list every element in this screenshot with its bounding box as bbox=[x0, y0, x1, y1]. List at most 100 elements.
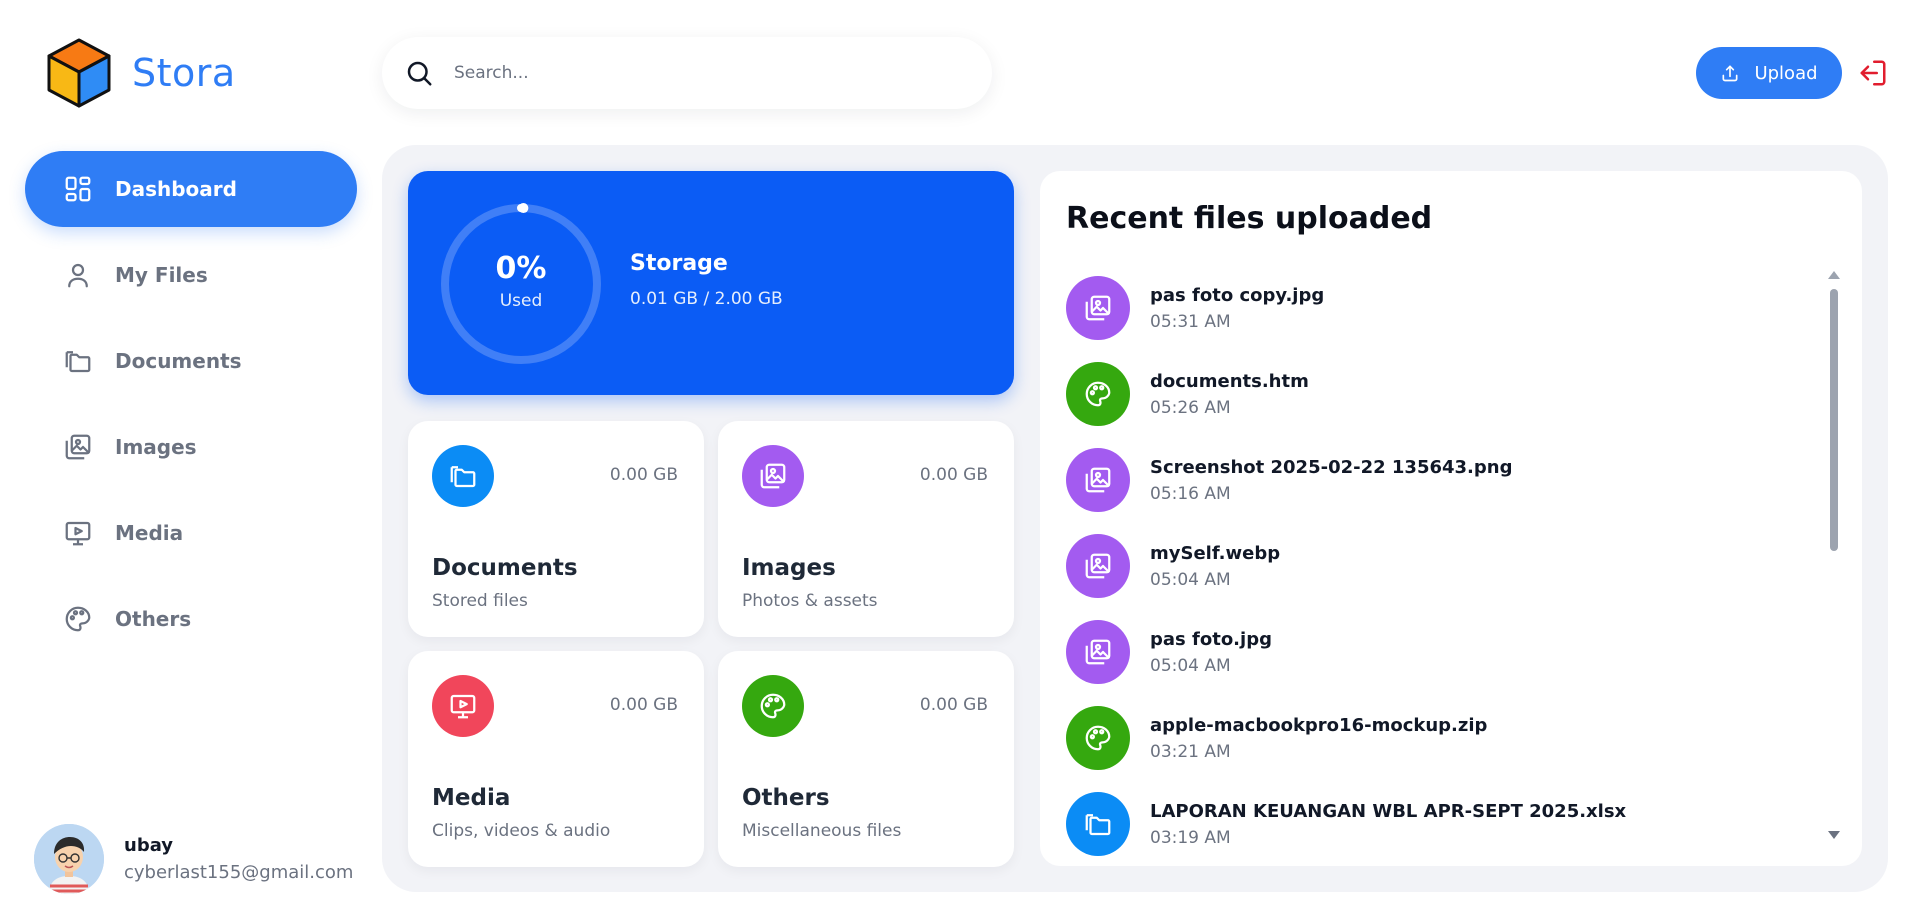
category-desc: Photos & assets bbox=[742, 591, 878, 611]
app-name: Stora bbox=[132, 51, 236, 95]
file-time: 05:04 AM bbox=[1150, 569, 1231, 590]
file-time: 03:21 AM bbox=[1150, 741, 1231, 762]
category-size: 0.00 GB bbox=[609, 695, 678, 715]
category-name: Media bbox=[432, 785, 511, 811]
file-name: apple-macbookpro16-mockup.zip bbox=[1150, 714, 1488, 736]
category-card-others[interactable]: 0.00 GB Others Miscellaneous files bbox=[718, 651, 1014, 867]
scrollbar[interactable] bbox=[1828, 271, 1840, 839]
recent-files-title: Recent files uploaded bbox=[1066, 201, 1433, 236]
recent-files-list[interactable]: pas foto copy.jpg 05:31 AM documents.htm 05… bbox=[1066, 265, 1826, 857]
folders-icon bbox=[1085, 814, 1111, 836]
search-bar[interactable] bbox=[382, 37, 992, 109]
grid-icon bbox=[65, 176, 91, 202]
file-text: pas foto.jpg 05:04 AM bbox=[1150, 629, 1272, 676]
avatar bbox=[34, 824, 104, 894]
category-icon-badge bbox=[742, 675, 804, 737]
file-time: 05:31 AM bbox=[1150, 311, 1231, 332]
file-text: mySelf.webp 05:04 AM bbox=[1150, 543, 1280, 590]
scroll-up-arrow-icon[interactable] bbox=[1828, 271, 1840, 279]
file-type-badge bbox=[1066, 792, 1130, 856]
upload-button[interactable]: Upload bbox=[1696, 47, 1842, 99]
file-row[interactable]: mySelf.webp 05:04 AM bbox=[1066, 523, 1826, 609]
recent-files-panel: Recent files uploaded pas foto copy.jpg 0… bbox=[1040, 171, 1862, 866]
images-icon bbox=[1085, 639, 1111, 665]
app-logo[interactable]: Stora bbox=[46, 37, 236, 109]
category-size: 0.00 GB bbox=[919, 695, 988, 715]
sidebar-item-label: My Files bbox=[115, 263, 208, 287]
palette-icon bbox=[1085, 725, 1111, 751]
palette-icon bbox=[1085, 381, 1111, 407]
sidebar-item-label: Media bbox=[115, 521, 184, 545]
file-type-badge bbox=[1066, 620, 1130, 684]
sidebar-item-media[interactable]: Media bbox=[25, 495, 357, 571]
avatar-illustration bbox=[34, 824, 104, 894]
file-row[interactable]: LAPORAN KEUANGAN WBL APR-SEPT 2025.xlsx 0… bbox=[1066, 781, 1826, 857]
category-icon-badge bbox=[432, 445, 494, 507]
file-name: documents.htm bbox=[1150, 370, 1309, 392]
upload-label: Upload bbox=[1754, 62, 1818, 84]
file-time: 05:04 AM bbox=[1150, 655, 1231, 676]
file-row[interactable]: Screenshot 2025-02-22 135643.png 05:16 AM bbox=[1066, 437, 1826, 523]
user-icon bbox=[68, 263, 88, 288]
file-name: mySelf.webp bbox=[1150, 542, 1281, 564]
upload-icon bbox=[1722, 65, 1738, 82]
images-icon bbox=[1085, 553, 1111, 579]
sidebar-item-images[interactable]: Images bbox=[25, 409, 357, 485]
images-icon bbox=[1085, 467, 1111, 493]
sidebar-item-documents[interactable]: Documents bbox=[25, 323, 357, 399]
storage-card: 0% Used Storage 0.01 GB / 2.00 GB bbox=[408, 171, 1014, 395]
sidebar-item-label: Documents bbox=[115, 349, 242, 373]
file-type-badge bbox=[1066, 448, 1130, 512]
file-text: documents.htm 05:26 AM bbox=[1150, 371, 1309, 418]
file-name: LAPORAN KEUANGAN WBL APR-SEPT 2025.xlsx bbox=[1150, 800, 1627, 822]
file-type-badge bbox=[1066, 706, 1130, 770]
category-card-images[interactable]: 0.00 GB Images Photos & assets bbox=[718, 421, 1014, 637]
sidebar-item-label: Others bbox=[115, 607, 192, 631]
cube-logo-icon bbox=[47, 38, 111, 108]
monitor-play-icon bbox=[65, 521, 91, 546]
file-row[interactable]: pas foto.jpg 05:04 AM bbox=[1066, 609, 1826, 695]
file-row[interactable]: pas foto copy.jpg 05:31 AM bbox=[1066, 265, 1826, 351]
palette-icon bbox=[65, 606, 91, 632]
sidebar-item-others[interactable]: Others bbox=[25, 581, 357, 657]
file-text: LAPORAN KEUANGAN WBL APR-SEPT 2025.xlsx 0… bbox=[1150, 801, 1626, 848]
search-input[interactable] bbox=[454, 63, 914, 83]
file-row[interactable]: apple-macbookpro16-mockup.zip 03:21 AM bbox=[1066, 695, 1826, 781]
search-icon bbox=[407, 61, 432, 86]
images-icon bbox=[65, 434, 91, 460]
category-desc: Stored files bbox=[432, 591, 528, 611]
main-panel: 0% Used Storage 0.01 GB / 2.00 GB 0.00 G… bbox=[382, 145, 1888, 892]
sidebar-item-dashboard[interactable]: Dashboard bbox=[25, 151, 357, 227]
file-row[interactable]: documents.htm 05:26 AM bbox=[1066, 351, 1826, 437]
folders-icon bbox=[450, 466, 476, 488]
sidebar-item-my-files[interactable]: My Files bbox=[25, 237, 357, 313]
monitor-play-icon bbox=[450, 694, 476, 719]
file-text: apple-macbookpro16-mockup.zip 03:21 AM bbox=[1150, 715, 1487, 762]
sidebar-nav: Dashboard My Files Documents Images Medi… bbox=[25, 151, 357, 667]
scroll-thumb[interactable] bbox=[1830, 289, 1838, 551]
storage-usage: 0.01 GB / 2.00 GB bbox=[630, 289, 783, 309]
folders-icon bbox=[65, 351, 91, 373]
storage-title: Storage bbox=[630, 251, 728, 276]
images-icon bbox=[1085, 295, 1111, 321]
category-card-media[interactable]: 0.00 GB Media Clips, videos & audio bbox=[408, 651, 704, 867]
category-desc: Clips, videos & audio bbox=[432, 821, 611, 841]
palette-icon bbox=[760, 693, 786, 719]
file-name: pas foto.jpg bbox=[1150, 628, 1272, 650]
sidebar-item-label: Dashboard bbox=[115, 177, 237, 201]
file-name: Screenshot 2025-02-22 135643.png bbox=[1150, 456, 1513, 478]
category-size: 0.00 GB bbox=[919, 465, 988, 485]
user-name: ubay bbox=[124, 835, 174, 856]
sidebar-item-label: Images bbox=[115, 435, 197, 459]
category-size: 0.00 GB bbox=[609, 465, 678, 485]
storage-percent: 0% bbox=[495, 251, 547, 286]
category-card-documents[interactable]: 0.00 GB Documents Stored files bbox=[408, 421, 704, 637]
category-name: Images bbox=[742, 555, 836, 581]
category-name: Documents bbox=[432, 555, 578, 581]
logout-icon[interactable] bbox=[1858, 58, 1888, 88]
category-icon-badge bbox=[432, 675, 494, 737]
user-profile[interactable]: ubay cyberlast155@gmail.com bbox=[34, 824, 353, 894]
file-text: Screenshot 2025-02-22 135643.png 05:16 AM bbox=[1150, 457, 1512, 504]
scroll-down-arrow-icon[interactable] bbox=[1828, 831, 1840, 839]
user-email: cyberlast155@gmail.com bbox=[124, 862, 354, 883]
